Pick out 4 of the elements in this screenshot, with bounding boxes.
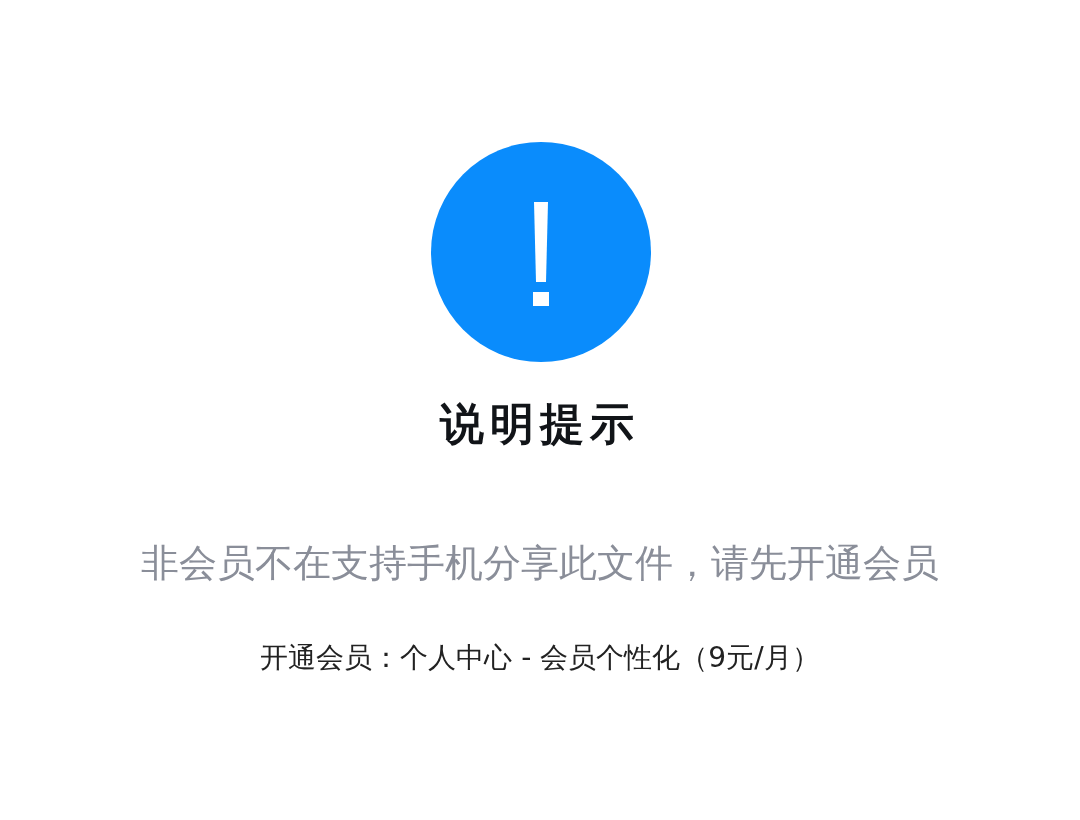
dialog-message: 非会员不在支持手机分享此文件，请先开通会员 (141, 540, 939, 587)
dialog-title: 说明提示 (440, 397, 640, 451)
membership-note: 开通会员：个人中心 - 会员个性化（9元/月） (260, 640, 820, 676)
alert-icon (431, 142, 651, 362)
